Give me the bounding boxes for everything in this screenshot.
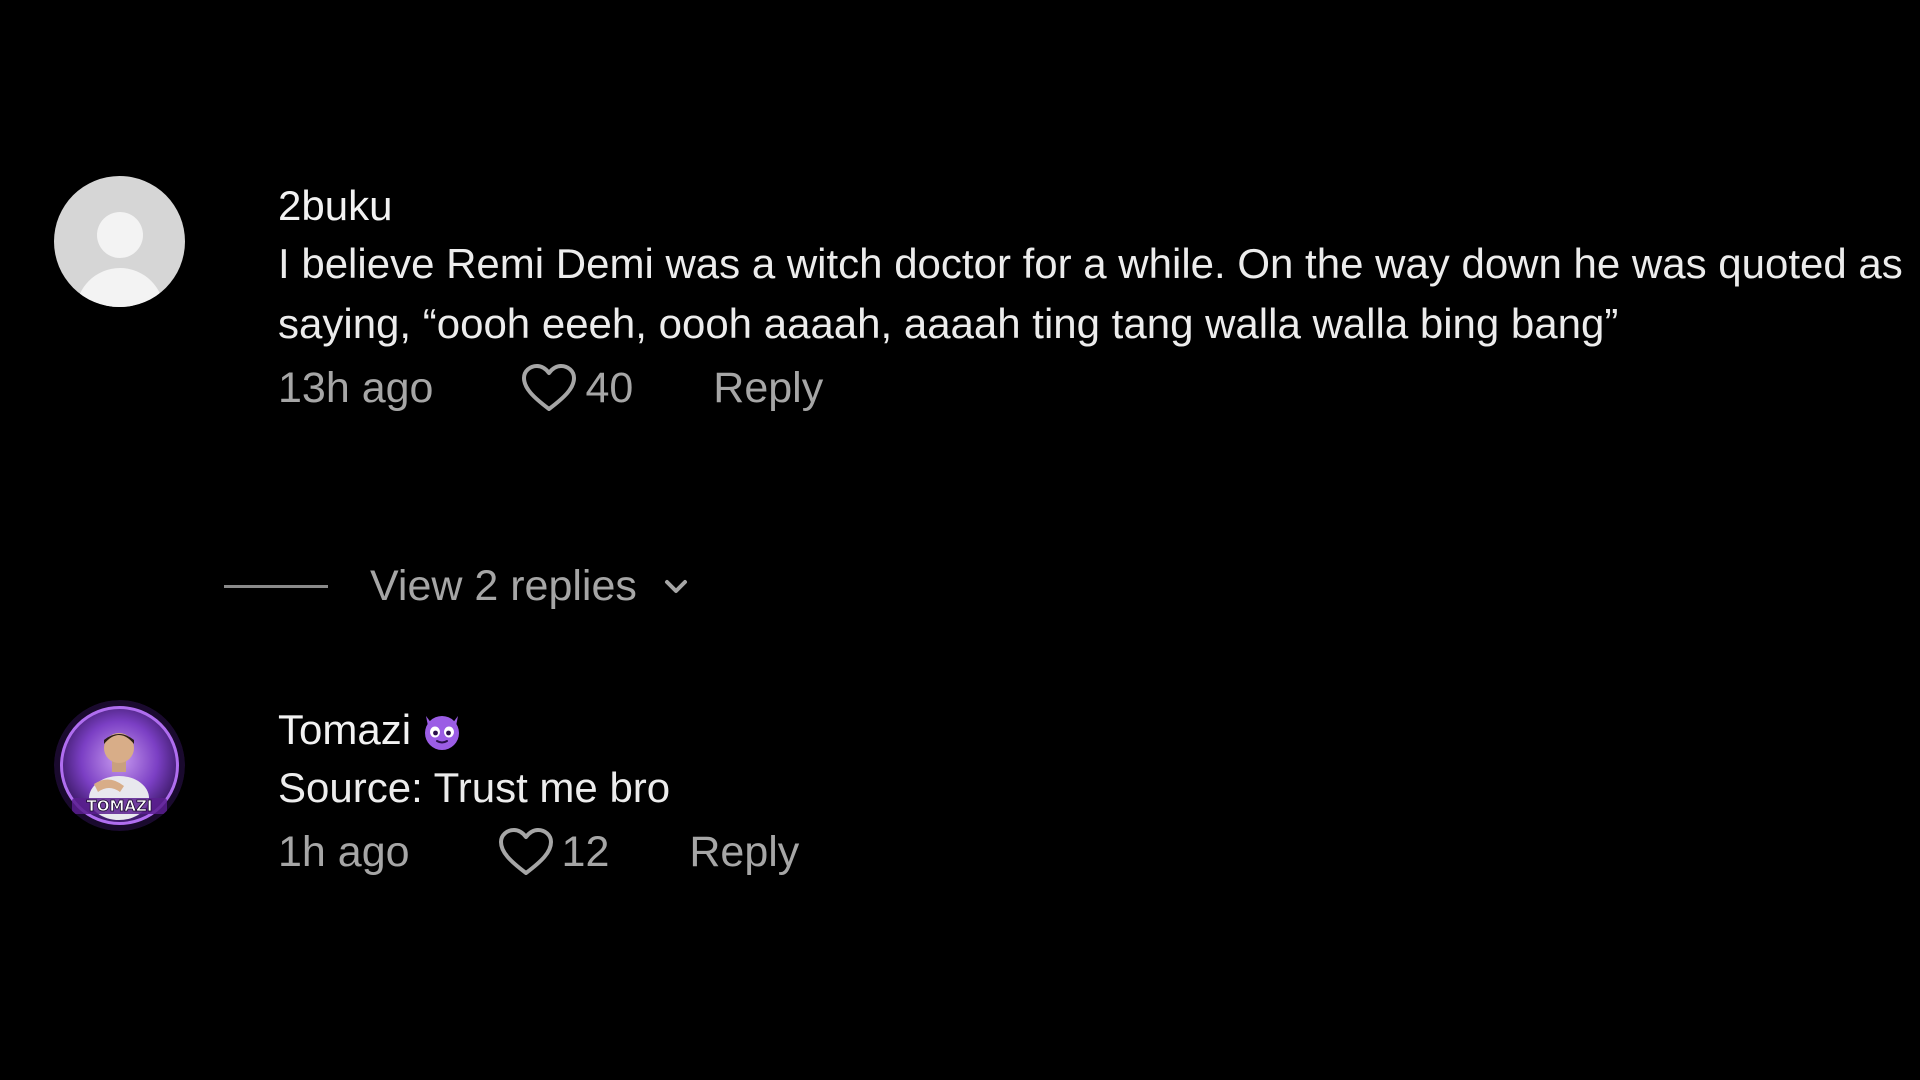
- reply-button[interactable]: Reply: [713, 364, 823, 413]
- avatar-logo-text: TOMAZI: [87, 797, 153, 815]
- heart-outline-icon[interactable]: [498, 827, 554, 877]
- comment-item: TOMAZI Tomazi Source: Trust me bro 1h ag…: [54, 700, 1874, 882]
- like-count: 40: [585, 363, 634, 412]
- comment-body: 2buku I believe Remi Demi was a witch do…: [278, 176, 1918, 418]
- like-button[interactable]: 12: [498, 827, 610, 877]
- comment-list: 2buku I believe Remi Demi was a witch do…: [0, 0, 1920, 1080]
- username-text[interactable]: Tomazi: [278, 706, 411, 754]
- view-replies-label[interactable]: View 2 replies: [370, 562, 637, 611]
- heart-outline-icon[interactable]: [521, 363, 577, 413]
- default-avatar-body: [76, 268, 164, 307]
- username-text[interactable]: 2buku: [278, 182, 392, 230]
- reply-button[interactable]: Reply: [689, 828, 799, 877]
- like-count: 12: [561, 827, 610, 876]
- comment-text: I believe Remi Demi was a witch doctor f…: [278, 240, 1903, 347]
- like-button[interactable]: 40: [521, 363, 633, 413]
- avatar[interactable]: TOMAZI: [54, 700, 185, 831]
- comment-meta: 1h ago 12 Reply: [278, 822, 1918, 882]
- tomazi-avatar: TOMAZI: [54, 700, 185, 831]
- view-replies-button[interactable]: View 2 replies: [224, 560, 693, 612]
- comment-item: 2buku I believe Remi Demi was a witch do…: [54, 176, 1903, 418]
- comment-meta: 13h ago 40 Reply: [278, 358, 1918, 418]
- comment-timestamp: 13h ago: [278, 363, 434, 412]
- comment-username[interactable]: 2buku: [278, 182, 1918, 230]
- replies-divider: [224, 584, 328, 588]
- comment-timestamp: 1h ago: [278, 827, 410, 876]
- comment-username[interactable]: Tomazi: [278, 706, 1918, 754]
- avatar[interactable]: [54, 176, 185, 307]
- smiling-devil-emoji: [425, 716, 460, 750]
- comment-body: Tomazi Source: Trust me bro 1h ago 12 Re…: [278, 700, 1918, 882]
- comment-text: Source: Trust me bro: [278, 764, 671, 811]
- chevron-down-icon[interactable]: [659, 574, 693, 598]
- default-avatar-icon: [97, 212, 143, 258]
